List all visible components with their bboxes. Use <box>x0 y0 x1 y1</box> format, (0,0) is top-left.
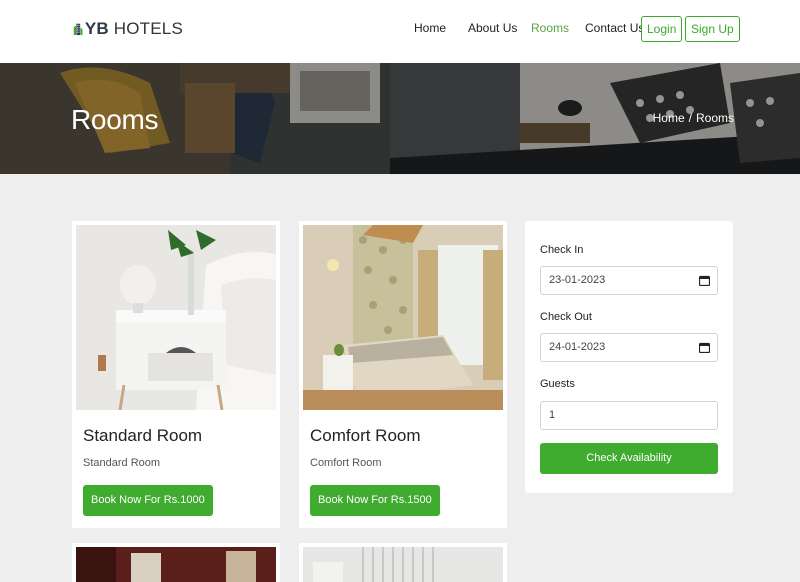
availability-form: Check In 23-01-2023 Check Out 24-01-2023… <box>525 221 733 493</box>
guests-value: 1 <box>549 409 556 421</box>
room-card: Standard Room Standard Room Book Now For… <box>72 221 280 528</box>
room-photo <box>76 547 276 582</box>
room-title: Comfort Room <box>310 426 421 445</box>
nav-rooms[interactable]: Rooms <box>531 21 569 35</box>
comfort-room-photo <box>303 225 503 410</box>
hotel-building-icon <box>73 23 83 36</box>
check-out-value: 24-01-2023 <box>549 341 606 353</box>
room-description: Comfort Room <box>310 457 382 469</box>
calendar-icon[interactable] <box>699 342 710 353</box>
check-in-label: Check In <box>540 244 584 256</box>
room-description: Standard Room <box>83 457 161 469</box>
check-in-value: 23-01-2023 <box>549 274 606 286</box>
room-card <box>299 543 507 582</box>
check-out-date-input[interactable]: 24-01-2023 <box>540 333 718 362</box>
nav-about-us[interactable]: About Us <box>468 21 517 35</box>
room-title: Standard Room <box>83 426 203 445</box>
breadcrumb: Home / Rooms <box>653 111 734 125</box>
room-image[interactable] <box>76 547 276 582</box>
nav-home[interactable]: Home <box>414 21 446 35</box>
breadcrumb-current: Rooms <box>695 111 734 125</box>
brand-name-bold: YB <box>84 19 109 38</box>
guests-label: Guests <box>540 378 575 390</box>
book-now-button[interactable]: Book Now For Rs.1500 <box>310 485 440 516</box>
navbar: YB HOTELS Home About Us Rooms Contact Us… <box>0 0 800 63</box>
check-in-date-input[interactable]: 23-01-2023 <box>540 266 718 295</box>
room-image[interactable] <box>76 225 276 410</box>
room-card <box>72 543 280 582</box>
guests-input[interactable]: 1 <box>540 401 718 430</box>
book-now-button[interactable]: Book Now For Rs.1000 <box>83 485 213 516</box>
logo[interactable]: YB HOTELS <box>73 12 183 46</box>
check-out-label: Check Out <box>540 311 592 323</box>
room-photo <box>303 547 503 582</box>
page-title: Rooms <box>71 104 159 135</box>
room-image[interactable] <box>303 547 503 582</box>
room-image[interactable] <box>303 225 503 410</box>
breadcrumb-home[interactable]: Home <box>653 111 685 125</box>
page-hero: Rooms Home / Rooms <box>0 63 800 174</box>
check-availability-button[interactable]: Check Availability <box>540 443 718 474</box>
room-card: Comfort Room Comfort Room Book Now For R… <box>299 221 507 528</box>
login-button[interactable]: Login <box>641 16 683 42</box>
standard-room-photo <box>76 225 276 410</box>
brand-name-rest: HOTELS <box>113 19 183 38</box>
calendar-icon[interactable] <box>699 275 710 286</box>
nav-contact-us[interactable]: Contact Us <box>585 21 644 35</box>
breadcrumb-separator: / <box>688 111 692 125</box>
brand-name: YB HOTELS <box>85 19 183 39</box>
signup-button[interactable]: Sign Up <box>685 16 740 42</box>
